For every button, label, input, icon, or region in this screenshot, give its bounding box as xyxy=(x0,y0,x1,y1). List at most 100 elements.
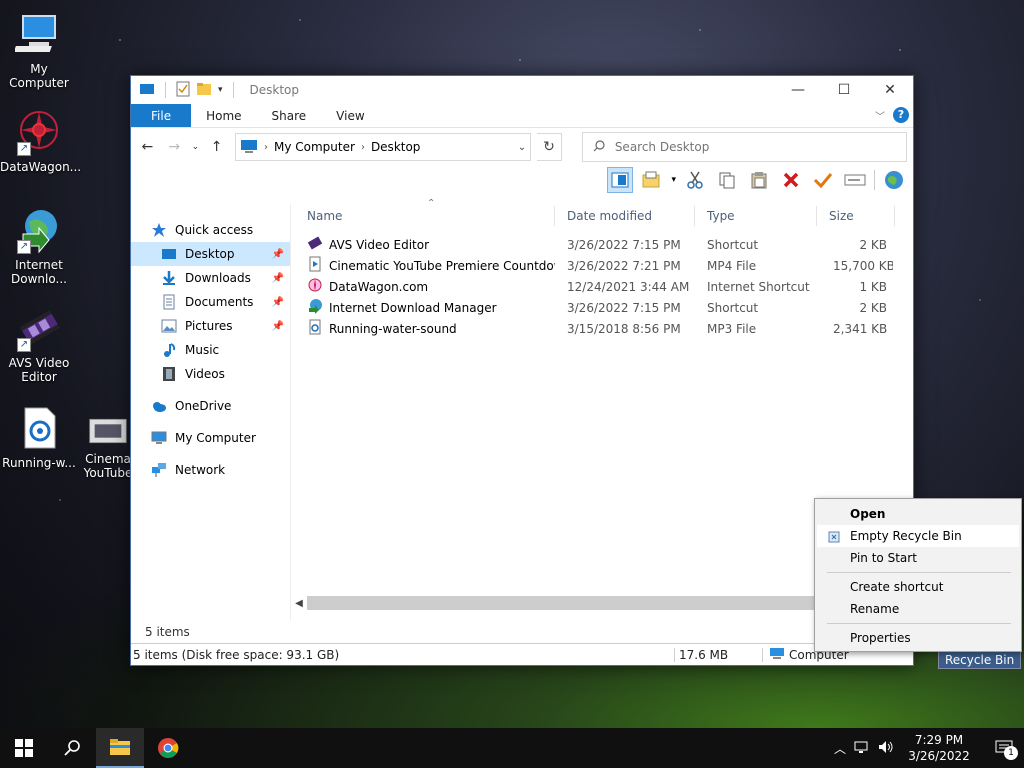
menu-item-empty-recycle-bin[interactable]: Empty Recycle Bin xyxy=(817,525,1019,547)
properties-icon[interactable] xyxy=(176,81,190,100)
nav-item-downloads[interactable]: Downloads 📌 xyxy=(131,266,290,290)
clock-time: 7:29 PM xyxy=(914,733,964,747)
column-header-date-modified[interactable]: Date modified xyxy=(555,205,695,226)
network-icon[interactable] xyxy=(854,740,870,757)
customize-quick-access-icon[interactable]: ▾ xyxy=(218,85,223,95)
desktop-icon-recycle-bin[interactable]: Recycle Bin xyxy=(938,651,1022,669)
address-bar[interactable]: › My Computer › Desktop ⌄ xyxy=(235,133,532,161)
file-explorer-window: ▾ Desktop — ☐ ✕ File Home Share View ﹀ ?… xyxy=(130,75,914,666)
explorer-body: Quick access Desktop 📌 Downloads 📌 Docum… xyxy=(131,198,913,621)
paste-button[interactable] xyxy=(746,167,772,193)
nav-quick-access[interactable]: Quick access xyxy=(131,218,290,242)
file-name: Internet Download Manager xyxy=(329,300,497,315)
breadcrumb-my-computer[interactable]: My Computer xyxy=(274,140,355,154)
pin-icon[interactable]: 📌 xyxy=(272,249,284,260)
rename-button[interactable] xyxy=(842,167,868,193)
menu-item-open[interactable]: Open xyxy=(817,503,1019,525)
ribbon-tabs: File Home Share View ﹀ ? xyxy=(131,104,913,128)
file-row[interactable]: Cinematic YouTube Premiere Countdow... 3… xyxy=(291,255,913,276)
search-button[interactable] xyxy=(48,728,96,768)
scroll-left-icon[interactable]: ◀ xyxy=(291,598,307,609)
desktop-icon-label: AVS Video Editor xyxy=(8,356,70,384)
recent-locations-icon[interactable]: ⌄ xyxy=(191,142,200,152)
chevron-down-icon[interactable]: ▾ xyxy=(671,175,676,185)
file-row[interactable]: AVS Video Editor 3/26/2022 7:15 PM Short… xyxy=(291,234,913,255)
desktop-icon-running-water[interactable]: Running-w... xyxy=(0,404,78,470)
minimize-button[interactable]: — xyxy=(775,76,821,104)
column-header-name[interactable]: Name xyxy=(291,205,555,226)
cut-button[interactable] xyxy=(682,167,708,193)
back-arrow-icon[interactable]: ← xyxy=(137,139,158,155)
menu-item-create-shortcut[interactable]: Create shortcut xyxy=(817,576,1019,598)
select-checkmark-button[interactable] xyxy=(810,167,836,193)
idm-globe-icon: ↗ xyxy=(15,206,63,254)
desktop-icon-label: Internet Downlo... xyxy=(11,258,67,286)
network-globe-button[interactable] xyxy=(881,167,907,193)
tab-file[interactable]: File xyxy=(131,104,192,127)
start-button[interactable] xyxy=(0,728,48,768)
action-center-button[interactable]: 1 xyxy=(984,728,1024,768)
nav-my-computer[interactable]: My Computer xyxy=(131,426,290,450)
nav-item-music[interactable]: Music xyxy=(131,338,290,362)
pin-icon[interactable]: 📌 xyxy=(272,297,284,308)
preview-pane-button[interactable] xyxy=(607,167,634,193)
copy-button[interactable] xyxy=(714,167,740,193)
new-folder-button[interactable] xyxy=(639,167,665,193)
expand-ribbon-icon[interactable]: ﹀ xyxy=(875,108,885,123)
nav-item-videos[interactable]: Videos xyxy=(131,362,290,386)
file-date: 3/26/2022 7:15 PM xyxy=(567,300,681,315)
nav-item-documents[interactable]: Documents 📌 xyxy=(131,290,290,314)
chevron-down-icon[interactable]: ⌄ xyxy=(518,142,526,153)
file-row[interactable]: DataWagon.com 12/24/2021 3:44 AM Interne… xyxy=(291,276,913,297)
tab-view[interactable]: View xyxy=(321,104,379,127)
column-header-type[interactable]: Type xyxy=(695,205,817,226)
taskbar-file-explorer[interactable] xyxy=(96,728,144,768)
desktop-icon-cinematic[interactable]: Cinema YouTube xyxy=(78,414,138,480)
search-box[interactable] xyxy=(581,132,907,162)
desktop-icon-datawagon[interactable]: ↗ DataWagon... xyxy=(0,108,81,174)
menu-item-pin-to-start[interactable]: Pin to Start xyxy=(817,547,1019,569)
pin-icon[interactable]: 📌 xyxy=(272,321,284,332)
chevron-right-icon[interactable]: › xyxy=(264,142,268,153)
chevron-up-icon[interactable]: ︿ xyxy=(834,740,846,757)
status-disk-space: 5 items (Disk free space: 93.1 GB) xyxy=(131,647,675,662)
file-row[interactable]: Running-water-sound 3/15/2018 8:56 PM MP… xyxy=(291,318,913,339)
help-icon[interactable]: ? xyxy=(893,107,909,123)
nav-network[interactable]: Network xyxy=(131,458,290,482)
file-size: 2 KB xyxy=(859,237,887,252)
menu-item-rename[interactable]: Rename xyxy=(817,598,1019,620)
desktop-icon-avs-video-editor[interactable]: ↗ AVS Video Editor xyxy=(0,304,78,384)
explorer-window-icon xyxy=(139,82,155,99)
column-header-size[interactable]: Size xyxy=(817,205,895,226)
nav-item-desktop[interactable]: Desktop 📌 xyxy=(131,242,290,266)
pin-icon[interactable]: 📌 xyxy=(272,273,284,284)
window-title: Desktop xyxy=(249,83,300,97)
clock[interactable]: 7:29 PM 3/26/2022 xyxy=(902,732,976,764)
tab-home[interactable]: Home xyxy=(191,104,256,127)
chevron-right-icon[interactable]: › xyxy=(361,142,365,153)
file-row[interactable]: Internet Download Manager 3/26/2022 7:15… xyxy=(291,297,913,318)
refresh-button[interactable]: ↻ xyxy=(537,133,562,161)
audio-file-icon xyxy=(307,319,323,338)
sort-ascending-icon: ⌃ xyxy=(427,198,436,209)
search-input[interactable] xyxy=(614,140,895,154)
desktop-icon-internet-download-manager[interactable]: ↗ Internet Downlo... xyxy=(0,206,78,286)
breadcrumb-desktop[interactable]: Desktop xyxy=(371,140,421,154)
close-button[interactable]: ✕ xyxy=(867,76,913,104)
up-arrow-icon[interactable]: ↑ xyxy=(206,139,227,155)
taskbar-chrome[interactable] xyxy=(144,728,192,768)
desktop-icon-my-computer[interactable]: My Computer xyxy=(0,10,78,90)
nav-item-pictures[interactable]: Pictures 📌 xyxy=(131,314,290,338)
network-icon xyxy=(151,462,167,478)
film-strip-icon: ↗ xyxy=(15,304,63,352)
file-type: Internet Shortcut xyxy=(707,279,810,294)
delete-button[interactable] xyxy=(778,167,804,193)
tab-share[interactable]: Share xyxy=(257,104,322,127)
new-folder-icon[interactable] xyxy=(196,82,212,99)
volume-icon[interactable] xyxy=(878,740,894,757)
idm-globe-icon xyxy=(307,298,323,317)
nav-onedrive[interactable]: OneDrive xyxy=(131,394,290,418)
maximize-button[interactable]: ☐ xyxy=(821,76,867,104)
menu-item-properties[interactable]: Properties xyxy=(817,627,1019,649)
forward-arrow-icon[interactable]: → xyxy=(164,139,185,155)
